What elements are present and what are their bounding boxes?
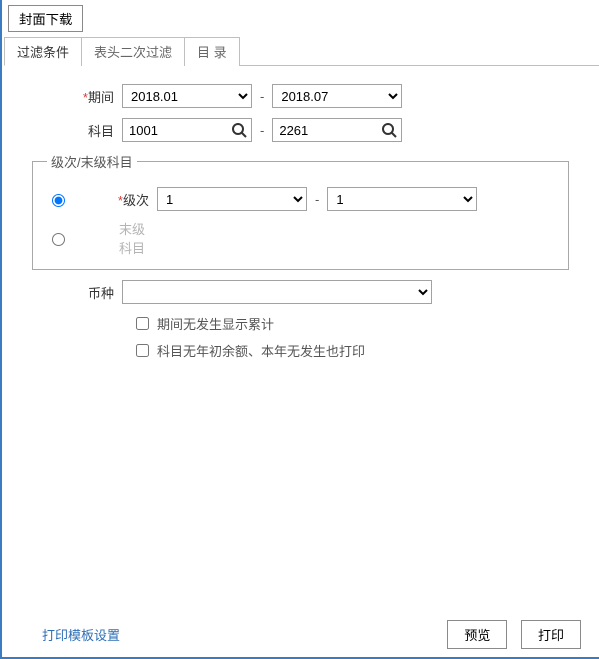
checks-area: 期间无发生显示累计 科目无年初余额、本年无发生也打印 — [132, 314, 569, 360]
currency-row: 币种 — [32, 280, 569, 304]
footer-buttons: 预览 打印 — [437, 620, 581, 649]
leaf-radio[interactable] — [52, 233, 65, 246]
no-activity-label: 期间无发生显示累计 — [157, 314, 274, 333]
period-to-select[interactable]: 2018.07 — [272, 84, 402, 108]
tab-catalog[interactable]: 目 录 — [184, 37, 240, 66]
no-balance-checkbox[interactable] — [136, 344, 149, 357]
cover-download-button[interactable]: 封面下载 — [8, 5, 83, 32]
period-separator: - — [252, 89, 272, 104]
period-row: *期间 2018.01 - 2018.07 — [32, 84, 569, 108]
tab-filter[interactable]: 过滤条件 — [4, 37, 82, 66]
no-activity-checkbox[interactable] — [136, 317, 149, 330]
preview-button[interactable]: 预览 — [447, 620, 507, 649]
level-from-select[interactable]: 1 — [157, 187, 307, 211]
currency-label: 币种 — [32, 283, 122, 302]
level-group-legend: 级次/末级科目 — [47, 152, 137, 171]
level-separator: - — [307, 192, 327, 207]
period-label: *期间 — [32, 87, 122, 106]
tab-header-secondary-filter[interactable]: 表头二次过滤 — [81, 37, 185, 66]
subject-separator: - — [252, 123, 272, 138]
search-icon[interactable] — [231, 122, 247, 138]
form-area: *期间 2018.01 - 2018.07 科目 - — [2, 66, 599, 360]
period-from-select[interactable]: 2018.01 — [122, 84, 252, 108]
no-activity-check-row: 期间无发生显示累计 — [132, 314, 569, 333]
search-icon[interactable] — [381, 122, 397, 138]
no-balance-check-row: 科目无年初余额、本年无发生也打印 — [132, 341, 569, 360]
print-button[interactable]: 打印 — [521, 620, 581, 649]
print-template-settings-link[interactable]: 打印模板设置 — [42, 625, 120, 644]
no-balance-label: 科目无年初余额、本年无发生也打印 — [157, 341, 365, 360]
level-to-select[interactable]: 1 — [327, 187, 477, 211]
level-label: *级次 — [79, 190, 157, 209]
subject-to-lookup[interactable] — [272, 118, 402, 142]
footer: 打印模板设置 预览 打印 — [2, 620, 599, 649]
leaf-label: 末级科目 — [79, 219, 157, 257]
subject-row: 科目 - — [32, 118, 569, 142]
subject-label: 科目 — [32, 121, 122, 140]
level-group: 级次/末级科目 *级次 1 - 1 末级科目 — [32, 152, 569, 270]
subject-from-lookup[interactable] — [122, 118, 252, 142]
tabs-bar: 过滤条件 表头二次过滤 目 录 — [4, 36, 599, 66]
level-radio-row: *级次 1 - 1 — [47, 183, 554, 215]
leaf-radio-row: 末级科目 — [47, 215, 554, 261]
currency-select[interactable] — [122, 280, 432, 304]
level-radio[interactable] — [52, 194, 65, 207]
